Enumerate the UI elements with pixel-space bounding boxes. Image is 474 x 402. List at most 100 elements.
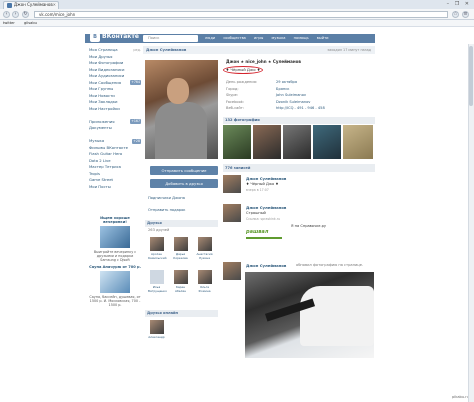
scrollbar-thumb[interactable] [469, 46, 473, 106]
friend-card[interactable]: Илья Ватрущенко [148, 270, 167, 293]
ad-image[interactable] [100, 271, 130, 293]
friends-header[interactable]: Друзья [145, 220, 218, 227]
back-icon[interactable]: ‹ [3, 11, 10, 18]
nav-people[interactable]: люди [205, 36, 215, 40]
friend-photo [197, 270, 212, 284]
profile-avatar[interactable] [145, 60, 218, 159]
send-gift-link[interactable]: Отправить подарок [148, 208, 185, 212]
vk-top-nav: люди сообщества игры музыка помощь выйти [205, 34, 336, 43]
edit-link[interactable]: ред. [133, 47, 141, 54]
info-value[interactable]: Брянск [276, 87, 289, 91]
profile-status[interactable]: ♦ Чёрный Джо ♦ [223, 66, 263, 74]
post-author[interactable]: Джон Сулейманов [246, 205, 286, 210]
info-label: Веб-сайт: [226, 106, 245, 110]
friend-name: Арслан Камильский [148, 252, 167, 260]
close-tab-icon[interactable]: ✕ [53, 2, 56, 8]
photo-thumb[interactable] [223, 125, 251, 159]
ad-image[interactable] [100, 226, 130, 248]
post-link[interactable]: Ссылка: spraskink.ru [246, 217, 280, 221]
friend-photo [149, 270, 164, 284]
friend-card[interactable]: Карен Абелян [172, 270, 189, 293]
friend-name: Александр [148, 335, 165, 339]
post-photo[interactable] [245, 272, 374, 358]
left-menu-label: Документы [89, 125, 112, 130]
info-value[interactable]: http://ICQ - 491 - 946 - 458 [276, 106, 325, 110]
friend-card[interactable]: Арслан Камильский [148, 237, 167, 260]
left-menu-label: Мои Настройки [89, 105, 120, 111]
nav-help[interactable]: помощь [294, 36, 309, 40]
post-site-title[interactable]: Я на Справочке.ру [291, 224, 326, 228]
counter-badge[interactable]: +167 [130, 119, 141, 125]
left-menu-item[interactable]: Мои Посты [89, 184, 141, 191]
post-avatar[interactable] [223, 175, 241, 193]
profile-name: Джон ★ nice_john ★ Сулейманов [226, 59, 301, 64]
info-label: Skype: [226, 93, 239, 97]
post-author[interactable]: Джон Сулейманов [246, 176, 286, 181]
post-text: обновил фотографию на странице. [296, 263, 364, 267]
info-value[interactable]: John Suleimanov [276, 93, 306, 97]
photo-thumb[interactable] [313, 125, 341, 159]
avatar-hoodie [155, 102, 207, 159]
friend-photo [173, 237, 188, 251]
bookmark-twitter[interactable]: twitter [3, 21, 15, 25]
bookmark-gilsabu[interactable]: gilsabu [24, 21, 37, 25]
friend-photo [149, 320, 164, 334]
reload-icon[interactable]: ↻ [22, 11, 29, 18]
online-friend[interactable]: Александр [148, 320, 165, 339]
page-header-name: Джон Сулейманов [146, 47, 187, 52]
browser-tab-bar: Джон Сулейманов ✕ – ❐ ✕ [0, 0, 474, 9]
vk-logo-text: ВКонтакте [102, 33, 139, 40]
post-avatar[interactable] [223, 262, 241, 280]
left-menu-label: Мои Посты [89, 183, 111, 189]
nav-music[interactable]: музыка [272, 36, 286, 40]
photo-thumb[interactable] [283, 125, 311, 159]
tab-title: Джон Сулейманов [14, 2, 53, 7]
post-text: ♦ Чёрный Джо ♦ [246, 182, 279, 186]
vk-logo[interactable]: В ВКонтакте [90, 31, 139, 43]
ad-title[interactable]: Сауна Апачурю от 700 р. [89, 265, 141, 269]
menu-icon[interactable]: ≡ [462, 11, 469, 18]
wall-header[interactable]: 776 записей [223, 164, 375, 172]
post-date[interactable]: вчера в 17:07 [246, 188, 269, 192]
friend-card[interactable]: Дарья Корекова [172, 237, 189, 260]
post-text: Страшный [246, 211, 266, 215]
photo-thumb[interactable] [253, 125, 281, 159]
photo-thumb[interactable] [343, 125, 373, 159]
friend-photo [197, 237, 212, 251]
post-site-logo[interactable]: рашвал [246, 226, 282, 239]
last-seen: заходил 17 минут назад [327, 48, 371, 52]
friend-card[interactable]: Ольга Фомина [196, 270, 213, 293]
avatar-face [167, 78, 189, 104]
nav-communities[interactable]: сообщества [223, 36, 246, 40]
post-avatar[interactable] [223, 204, 241, 222]
friends-count: 263 друзей [148, 228, 170, 232]
vk-search-input[interactable]: Поиск [143, 35, 198, 42]
info-value[interactable]: Dzonik Suleimanov [276, 100, 310, 104]
online-friends-header[interactable]: Друзья онлайн [145, 310, 218, 317]
friend-card[interactable]: Анастасия Лукина [196, 237, 213, 260]
car-shape [300, 286, 374, 346]
info-label: Город: [226, 86, 239, 91]
add-friend-button[interactable]: Добавить в друзья [150, 179, 218, 188]
forward-icon[interactable]: › [12, 11, 19, 18]
watermark: pikabu.ru [452, 395, 469, 399]
vk-logo-icon: В [90, 33, 100, 42]
nav-logout[interactable]: выйти [317, 36, 329, 40]
photos-header[interactable]: 132 фотографии [223, 117, 375, 124]
info-value[interactable]: 29 октября [276, 80, 297, 84]
ad-text: Выиграйте вечеринку с друзьями и подарки… [93, 250, 137, 262]
bookmarks-bar: twitter gilsabu [0, 20, 474, 27]
url-input[interactable]: vk.com/mice_john [34, 11, 448, 18]
ad-title[interactable]: Ищем хороше вечеринки! [89, 216, 141, 224]
window-controls[interactable]: – ❐ ✕ [447, 1, 471, 7]
send-message-button[interactable]: Отправить сообщение [150, 166, 218, 175]
nav-games[interactable]: игры [254, 36, 263, 40]
counter-badge[interactable]: +764 [130, 80, 141, 86]
counter-badge[interactable]: +28 [132, 138, 141, 144]
subscribers-link[interactable]: Подписчики Джона [148, 196, 185, 200]
post-author[interactable]: Джон Сулейманов [246, 263, 286, 268]
browser-tab[interactable]: Джон Сулейманов ✕ [3, 1, 59, 9]
star-icon[interactable]: ☆ [452, 11, 459, 18]
address-bar-row: ‹ › ↻ vk.com/mice_john ☆ ≡ [0, 9, 474, 20]
vk-favicon-icon [7, 3, 12, 8]
